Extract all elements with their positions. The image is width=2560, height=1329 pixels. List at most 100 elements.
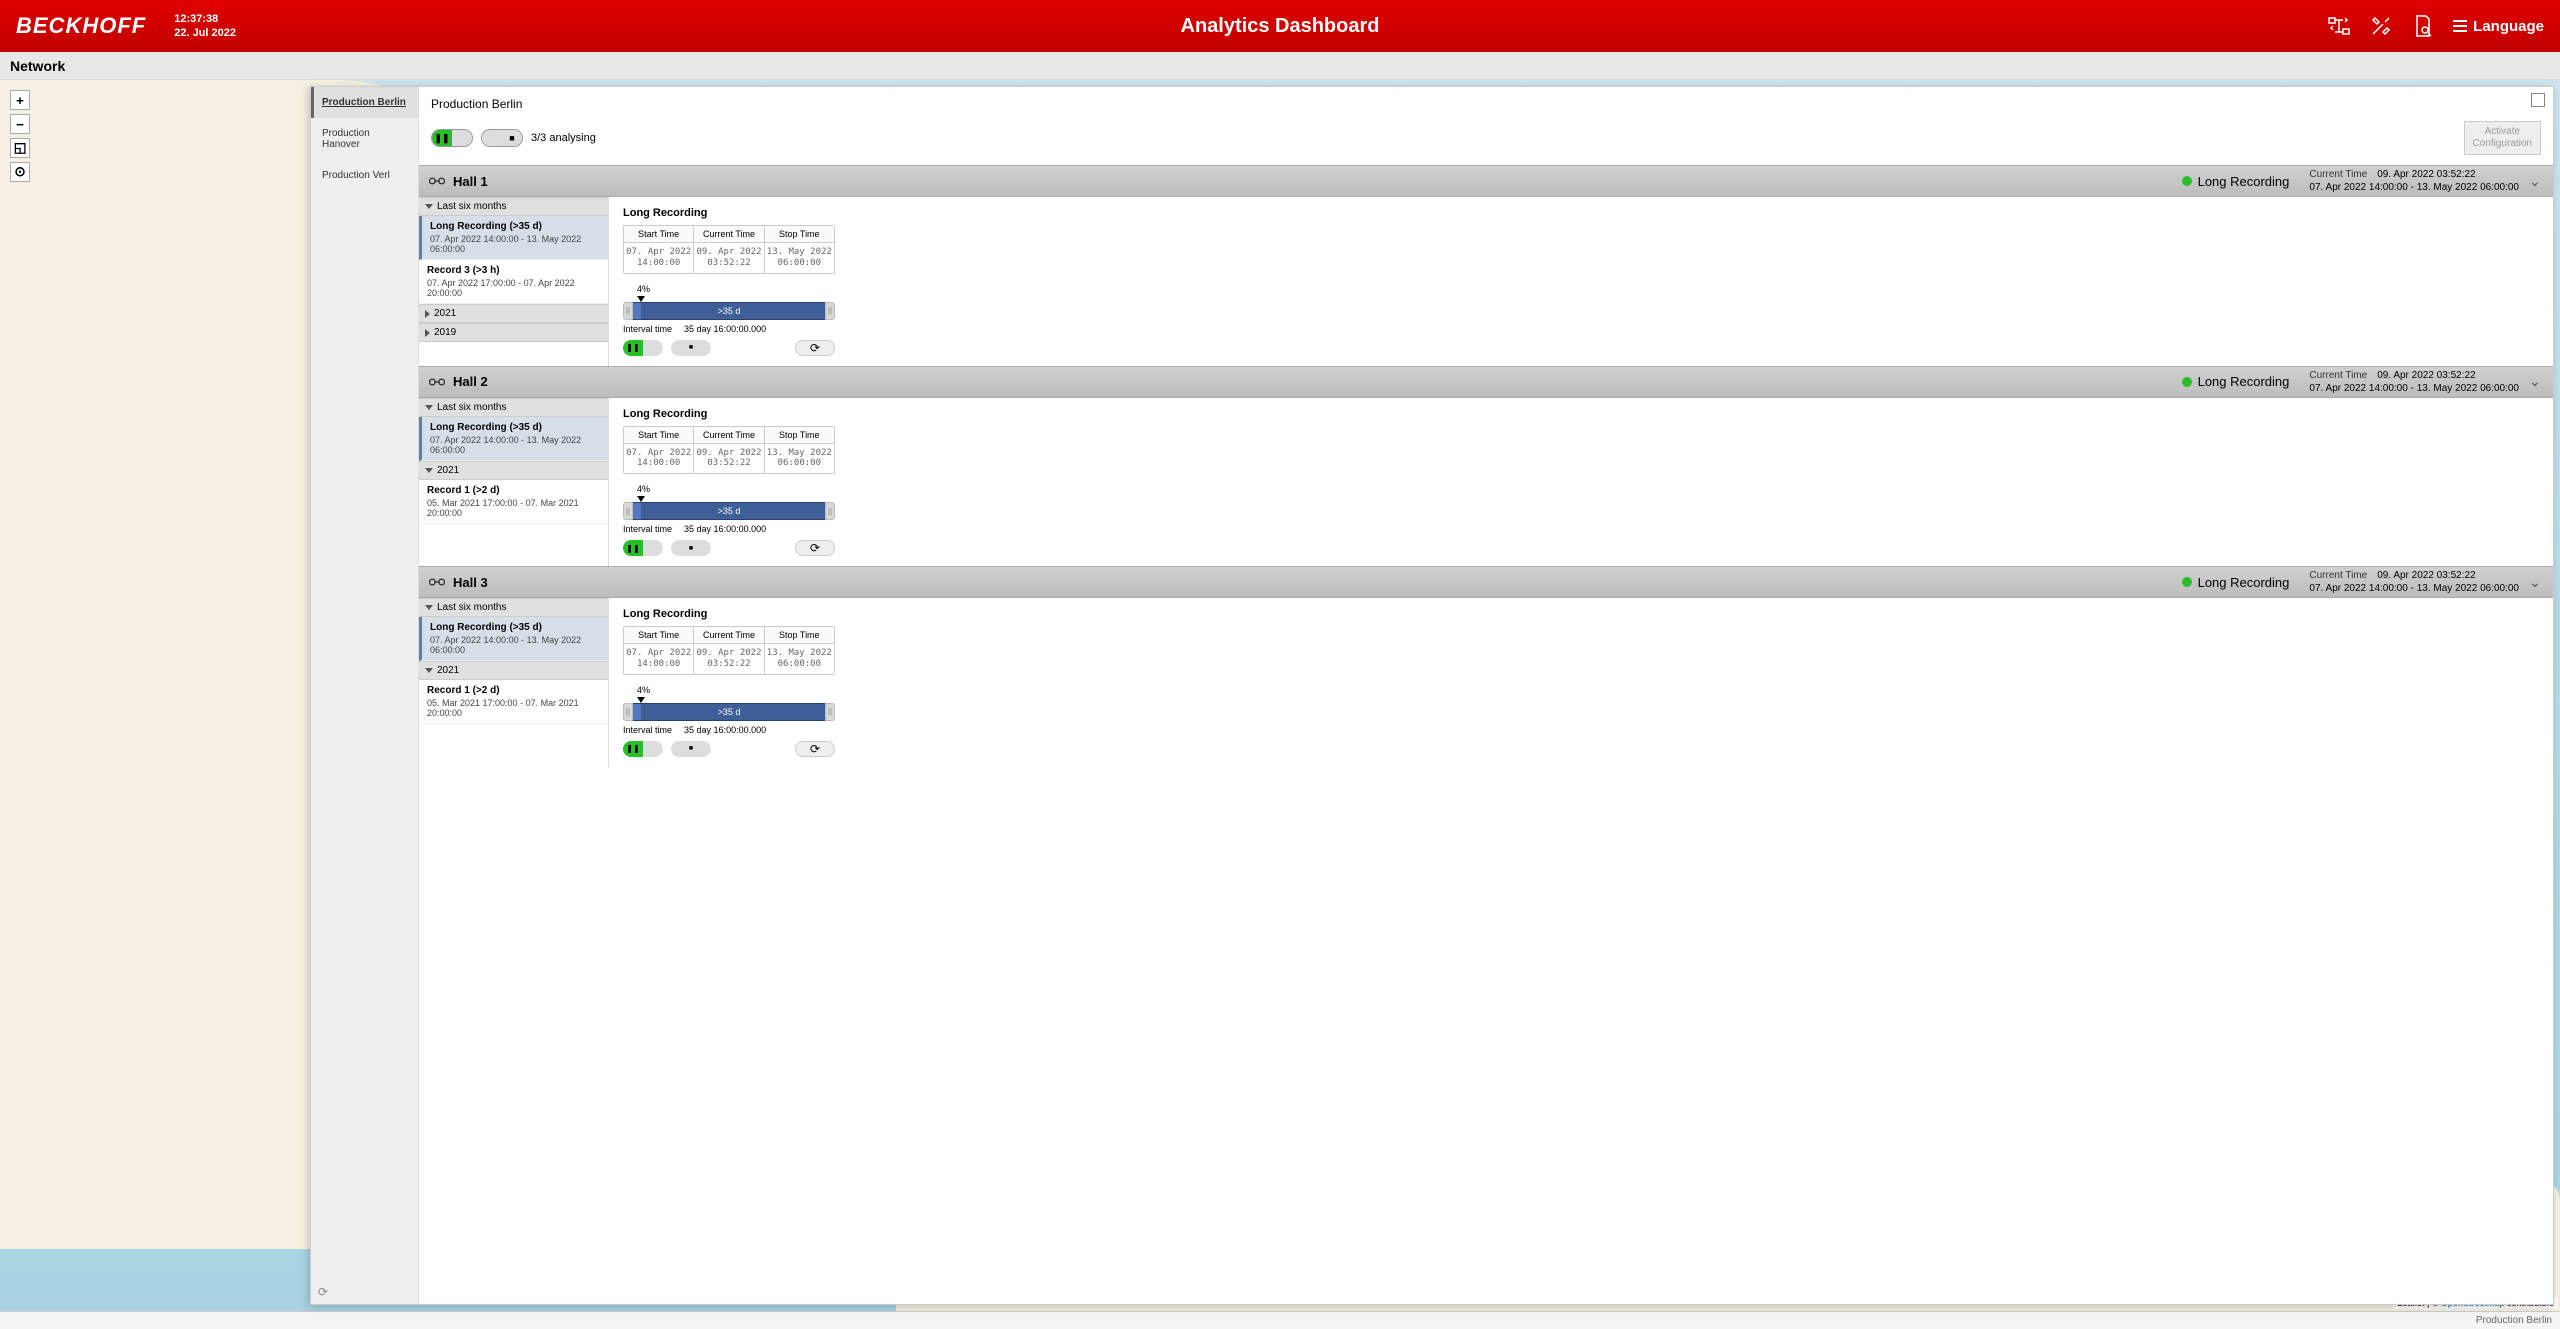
document-search-icon[interactable] [2411, 14, 2435, 38]
recording-title: Long Recording [623, 207, 2539, 219]
progress-bar[interactable]: || >35 d || [623, 302, 835, 320]
interval-row: Interval time35 day 16:00:00.000 [623, 324, 835, 334]
recording-detail: Long Recording Start Time07. Apr 2022 14… [609, 197, 2553, 366]
reload-button[interactable]: ⟳ [795, 340, 835, 356]
hall-times: Current Time09. Apr 2022 03:52:22 07. Ap… [2309, 369, 2519, 395]
app-header: BECKHOFF 12:37:38 22. Jul 2022 Analytics… [0, 0, 2560, 52]
playback-controls: ❚❚ ■ ⟳ [623, 540, 835, 556]
record-item[interactable]: Long Recording (>35 d)07. Apr 2022 14:00… [419, 216, 608, 260]
sidebar-item[interactable]: Production Berlin [311, 87, 418, 118]
progress-cap-left[interactable]: || [623, 703, 633, 721]
map-layers-button[interactable]: ◱ [10, 138, 30, 158]
reload-button[interactable]: ⟳ [795, 741, 835, 757]
hall-status: Long Recording [2198, 575, 2290, 590]
hall-body: Last six monthsLong Recording (>35 d)07.… [419, 398, 2553, 567]
zoom-in-button[interactable]: + [10, 90, 30, 110]
play-toggle[interactable]: ❚❚ [623, 340, 663, 356]
stop-button[interactable]: ■ [671, 340, 711, 356]
hall-status: Long Recording [2198, 374, 2290, 389]
refresh-panel-icon[interactable]: ⟳ [318, 1285, 332, 1299]
map-location-button[interactable]: ⊙ [10, 162, 30, 182]
fullscreen-icon[interactable] [2531, 93, 2545, 107]
recording-detail: Long Recording Start Time07. Apr 2022 14… [609, 398, 2553, 567]
record-item[interactable]: Record 3 (>3 h)07. Apr 2022 17:00:00 - 0… [419, 260, 608, 304]
header-date: 22. Jul 2022 [174, 26, 236, 40]
progress-cap-right[interactable]: || [825, 703, 835, 721]
chevron-down-icon[interactable]: ⌄ [2529, 574, 2543, 591]
time-col-value: 07. Apr 2022 14:00:00 [624, 444, 693, 474]
hall-times: Current Time09. Apr 2022 03:52:22 07. Ap… [2309, 569, 2519, 595]
hall-name: Hall 2 [453, 374, 488, 389]
hall-header[interactable]: Hall 1 Long Recording Current Time09. Ap… [419, 165, 2553, 197]
progress-cap-left[interactable]: || [623, 502, 633, 520]
hall-body: Last six monthsLong Recording (>35 d)07.… [419, 598, 2553, 767]
play-toggle[interactable]: ❚❚ [623, 741, 663, 757]
zoom-out-button[interactable]: − [10, 114, 30, 134]
progress-cap-right[interactable]: || [825, 502, 835, 520]
stop-button[interactable]: ■ [671, 741, 711, 757]
analyse-toggle-play[interactable]: ❚❚ [431, 129, 473, 147]
time-col-header: Stop Time [765, 427, 834, 444]
analyse-status: 3/3 analysing [531, 132, 596, 144]
progress-wrap: 4% || >35 d || Interval time35 day 16:00… [623, 685, 835, 757]
playback-controls: ❚❚ ■ ⟳ [623, 340, 835, 356]
status-dot-icon [2182, 577, 2192, 587]
hall-name: Hall 3 [453, 575, 488, 590]
activate-config-button[interactable]: Activate Configuration [2464, 121, 2541, 155]
record-group[interactable]: 2021 [419, 461, 608, 480]
progress-wrap: 4% || >35 d || Interval time35 day 16:00… [623, 284, 835, 356]
time-col-value: 13. May 2022 06:00:00 [765, 644, 834, 674]
header-time: 12:37:38 [174, 12, 236, 26]
progress-bar[interactable]: || >35 d || [623, 703, 835, 721]
record-group[interactable]: 2021 [419, 661, 608, 680]
time-table: Start Time07. Apr 2022 14:00:00Current T… [623, 225, 835, 274]
chevron-down-icon[interactable]: ⌄ [2529, 373, 2543, 390]
map-zoom-controls: + − ◱ ⊙ [10, 90, 30, 182]
play-toggle[interactable]: ❚❚ [623, 540, 663, 556]
record-item[interactable]: Long Recording (>35 d)07. Apr 2022 14:00… [419, 617, 608, 661]
record-group[interactable]: Last six months [419, 598, 608, 617]
analyse-toggle-stop[interactable]: ■ [481, 129, 523, 147]
halls-container: Hall 1 Long Recording Current Time09. Ap… [419, 165, 2553, 1304]
hall-name: Hall 1 [453, 174, 488, 189]
stop-button[interactable]: ■ [671, 540, 711, 556]
language-button[interactable]: Language [2453, 18, 2544, 35]
record-item[interactable]: Record 1 (>2 d)05. Mar 2021 17:00:00 - 0… [419, 680, 608, 724]
hall-body: Last six monthsLong Recording (>35 d)07.… [419, 197, 2553, 366]
status-dot-icon [2182, 176, 2192, 186]
progress-percent: 4% [637, 685, 835, 695]
location-sidebar: Production BerlinProduction HanoverProdu… [311, 87, 419, 1304]
record-list: Last six monthsLong Recording (>35 d)07.… [419, 197, 609, 366]
tools-icon[interactable] [2369, 14, 2393, 38]
time-col-value: 09. Apr 2022 03:52:22 [694, 444, 763, 474]
record-group[interactable]: 2021 [419, 304, 608, 323]
status-bar: Production Berlin [0, 1311, 2560, 1329]
sidebar-item[interactable]: Production Hanover [311, 118, 418, 160]
progress-label: >35 d [718, 707, 741, 717]
time-col-header: Current Time [694, 427, 763, 444]
progress-cap-right[interactable]: || [825, 302, 835, 320]
chain-icon [429, 175, 445, 187]
record-group[interactable]: 2019 [419, 323, 608, 342]
record-item[interactable]: Record 1 (>2 d)05. Mar 2021 17:00:00 - 0… [419, 480, 608, 524]
hall-status: Long Recording [2198, 174, 2290, 189]
recording-title: Long Recording [623, 408, 2539, 420]
content-head: Production Berlin [419, 87, 2553, 115]
time-col-header: Current Time [694, 627, 763, 644]
chevron-down-icon[interactable]: ⌄ [2529, 173, 2543, 190]
progress-cap-left[interactable]: || [623, 302, 633, 320]
hall-header[interactable]: Hall 3 Long Recording Current Time09. Ap… [419, 566, 2553, 598]
time-col-header: Start Time [624, 226, 693, 243]
reload-button[interactable]: ⟳ [795, 540, 835, 556]
time-col-value: 13. May 2022 06:00:00 [765, 444, 834, 474]
record-item[interactable]: Long Recording (>35 d)07. Apr 2022 14:00… [419, 417, 608, 461]
record-list: Last six monthsLong Recording (>35 d)07.… [419, 598, 609, 767]
record-group[interactable]: Last six months [419, 197, 608, 216]
sidebar-item[interactable]: Production Verl [311, 160, 418, 191]
status-location: Production Berlin [2476, 1315, 2552, 1326]
hall-header[interactable]: Hall 2 Long Recording Current Time09. Ap… [419, 366, 2553, 398]
progress-percent: 4% [637, 484, 835, 494]
workflow-icon[interactable] [2327, 14, 2351, 38]
progress-bar[interactable]: || >35 d || [623, 502, 835, 520]
record-group[interactable]: Last six months [419, 398, 608, 417]
